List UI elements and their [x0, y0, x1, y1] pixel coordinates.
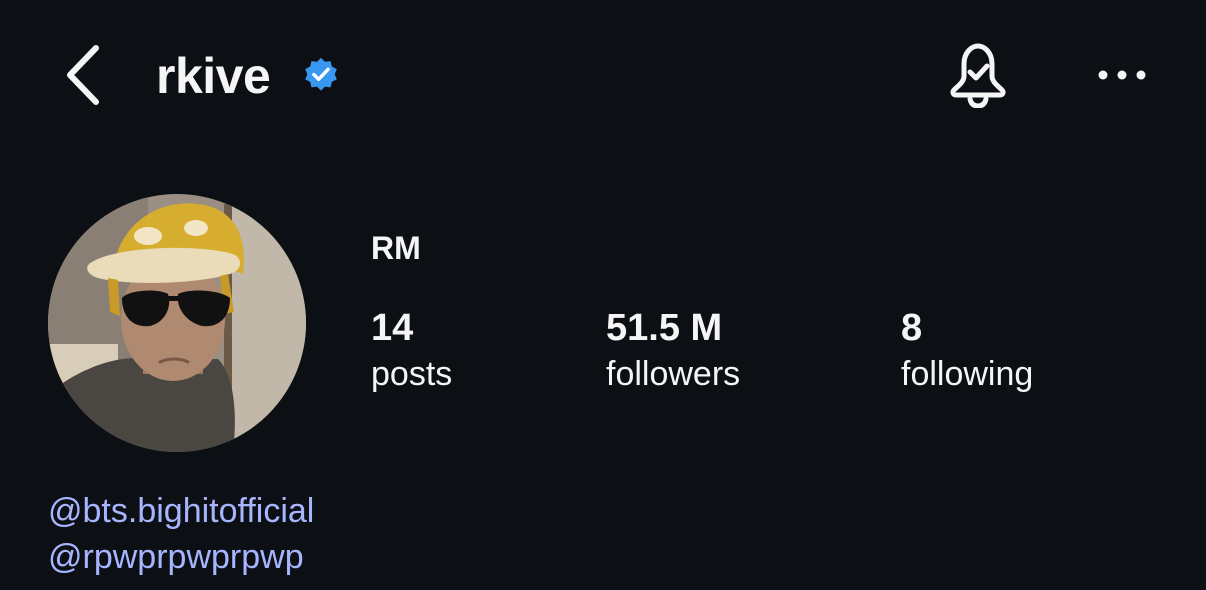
stat-posts[interactable]: 14 posts [371, 306, 452, 398]
bell-check-icon [950, 43, 1006, 109]
more-options-button[interactable] [1094, 62, 1150, 88]
profile-username: rkive [156, 48, 271, 104]
bio-links: @bts.bighitofficial @rpwprpwprpwp [48, 488, 314, 580]
stat-label: following [901, 355, 1034, 393]
stat-label: posts [371, 355, 453, 393]
stat-following[interactable]: 8 following [901, 306, 1033, 398]
stat-value: 8 [901, 307, 923, 349]
back-button[interactable] [60, 42, 108, 108]
stat-followers[interactable]: 51.5 M followers [606, 306, 740, 398]
chevron-left-icon [67, 45, 99, 105]
profile-display-name: RM [371, 230, 421, 266]
bio-link-mention[interactable]: @bts.bighitofficial [48, 488, 314, 534]
verified-badge-icon [305, 57, 337, 91]
profile-page: rkive RM 14 posts 51.5 M followers 8 fol… [0, 0, 1206, 590]
ellipsis-icon [1098, 70, 1146, 80]
stat-label: followers [606, 355, 741, 393]
bio-link-mention[interactable]: @rpwprpwprpwp [48, 534, 314, 580]
notifications-bell-button[interactable] [946, 42, 1010, 109]
stat-value: 14 [371, 307, 414, 349]
profile-avatar[interactable] [48, 194, 306, 452]
stat-value: 51.5 M [606, 307, 723, 349]
avatar-photo [48, 194, 306, 452]
